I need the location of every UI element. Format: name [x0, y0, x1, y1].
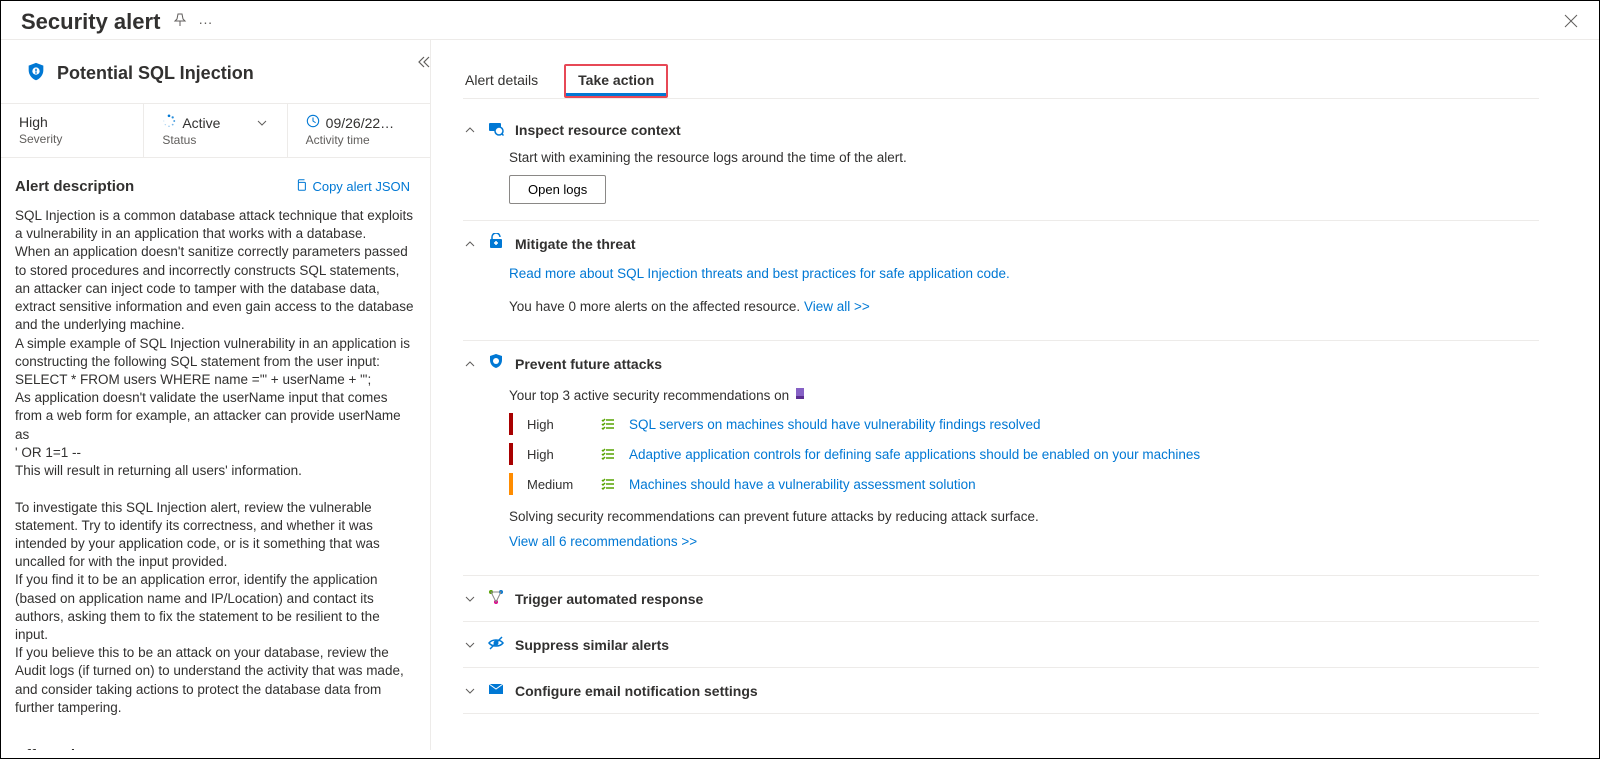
severity-bar	[509, 413, 513, 435]
status-spinner-icon	[162, 114, 176, 131]
section-inspect-title: Inspect resource context	[515, 122, 681, 138]
alert-name: Potential SQL Injection	[57, 63, 254, 84]
content-area: Potential SQL Injection High Severity Ac…	[1, 39, 1599, 750]
time-value: 09/26/22…	[306, 114, 412, 131]
section-mitigate-body: Read more about SQL Injection threats an…	[463, 254, 1539, 328]
trigger-icon	[487, 588, 505, 609]
section-prevent: Prevent future attacks Your top 3 active…	[463, 341, 1539, 576]
recommendation-link[interactable]: Adaptive application controls for defini…	[629, 447, 1200, 462]
recommendation-row[interactable]: Medium Machines should have a vulnerabili…	[509, 473, 1539, 495]
prevent-view-all[interactable]: View all 6 recommendations >>	[509, 534, 697, 549]
status-value: Active	[162, 114, 268, 131]
section-mitigate-head[interactable]: Mitigate the threat	[463, 233, 1539, 254]
copy-alert-json-button[interactable]: Copy alert JSON	[294, 178, 410, 195]
section-email-head[interactable]: Configure email notification settings	[463, 680, 1539, 701]
alert-title-row: Potential SQL Injection	[1, 40, 430, 103]
description-body: SQL Injection is a common database attac…	[1, 203, 430, 735]
chevron-down-icon[interactable]	[255, 117, 269, 129]
recommendation-row[interactable]: High SQL servers on machines should have …	[509, 413, 1539, 435]
status-cell[interactable]: Active Status	[144, 104, 287, 157]
chevron-down-icon	[463, 639, 477, 651]
list-icon	[601, 477, 615, 491]
section-suppress-head[interactable]: Suppress similar alerts	[463, 634, 1539, 655]
prevent-shield-icon	[487, 353, 505, 374]
chevron-up-icon	[463, 238, 477, 250]
severity-value: High	[19, 114, 125, 130]
mitigate-more-text: You have 0 more alerts on the affected r…	[509, 299, 804, 314]
email-icon	[487, 680, 505, 701]
recommendation-row[interactable]: High Adaptive application controls for de…	[509, 443, 1539, 465]
section-inspect-body: Start with examining the resource logs a…	[463, 140, 1539, 208]
mitigate-link[interactable]: Read more about SQL Injection threats an…	[509, 266, 1010, 281]
more-actions-icon[interactable]: ···	[198, 14, 212, 30]
alert-meta-row: High Severity Active Status	[1, 103, 430, 158]
prevent-intro: Your top 3 active security recommendatio…	[509, 388, 793, 403]
open-logs-button[interactable]: Open logs	[509, 175, 606, 204]
chevron-down-icon	[463, 685, 477, 697]
copy-icon	[294, 178, 308, 195]
shield-icon	[25, 60, 47, 87]
severity-text: High	[527, 447, 587, 462]
page-title: Security alert	[21, 9, 160, 35]
clock-icon	[306, 114, 320, 131]
pin-icon[interactable]	[172, 13, 188, 32]
close-icon[interactable]	[1563, 13, 1579, 32]
recommendation-link[interactable]: Machines should have a vulnerability ass…	[629, 477, 976, 492]
status-label: Status	[162, 133, 268, 147]
section-trigger-title: Trigger automated response	[515, 591, 703, 607]
suppress-icon	[487, 634, 505, 655]
list-icon	[601, 447, 615, 461]
section-mitigate-title: Mitigate the threat	[515, 236, 636, 252]
recommendations-list: High SQL servers on machines should have …	[509, 413, 1539, 495]
section-prevent-title: Prevent future attacks	[515, 356, 662, 372]
section-trigger: Trigger automated response	[463, 576, 1539, 622]
time-cell: 09/26/22… Activity time	[288, 104, 430, 157]
inspect-text: Start with examining the resource logs a…	[509, 150, 1539, 165]
mitigate-view-all[interactable]: View all >>	[804, 299, 870, 314]
section-suppress-title: Suppress similar alerts	[515, 637, 669, 653]
section-email: Configure email notification settings	[463, 668, 1539, 714]
section-inspect-head[interactable]: Inspect resource context	[463, 119, 1539, 140]
tabs: Alert details Take action	[463, 64, 1539, 99]
section-email-title: Configure email notification settings	[515, 683, 758, 699]
chevron-down-icon	[463, 593, 477, 605]
tab-take-action[interactable]: Take action	[564, 64, 668, 98]
details-pane: Potential SQL Injection High Severity Ac…	[1, 40, 431, 750]
section-trigger-head[interactable]: Trigger automated response	[463, 588, 1539, 609]
resource-icon	[793, 388, 807, 403]
severity-bar	[509, 443, 513, 465]
mitigate-icon	[487, 233, 505, 254]
severity-bar	[509, 473, 513, 495]
time-label: Activity time	[306, 133, 412, 147]
collapse-pane-icon[interactable]	[415, 54, 431, 73]
chevron-up-icon	[463, 124, 477, 136]
affected-resource-title: Affected resource	[1, 735, 430, 750]
section-suppress: Suppress similar alerts	[463, 622, 1539, 668]
severity-text: High	[527, 417, 587, 432]
severity-label: Severity	[19, 132, 125, 146]
severity-cell: High Severity	[1, 104, 144, 157]
prevent-outro: Solving security recommendations can pre…	[509, 509, 1539, 524]
recommendation-link[interactable]: SQL servers on machines should have vuln…	[629, 417, 1040, 432]
severity-text: Medium	[527, 477, 587, 492]
section-prevent-head[interactable]: Prevent future attacks	[463, 353, 1539, 374]
section-inspect: Inspect resource context Start with exam…	[463, 107, 1539, 221]
page-header: Security alert ···	[1, 1, 1599, 39]
chevron-up-icon	[463, 358, 477, 370]
action-pane: Alert details Take action Inspect resour…	[431, 40, 1599, 750]
list-icon	[601, 417, 615, 431]
section-prevent-body: Your top 3 active security recommendatio…	[463, 374, 1539, 563]
inspect-icon	[487, 119, 505, 140]
description-header: Alert description Copy alert JSON	[1, 158, 430, 203]
tab-alert-details[interactable]: Alert details	[463, 64, 540, 98]
description-title: Alert description	[15, 178, 134, 195]
section-mitigate: Mitigate the threat Read more about SQL …	[463, 221, 1539, 341]
